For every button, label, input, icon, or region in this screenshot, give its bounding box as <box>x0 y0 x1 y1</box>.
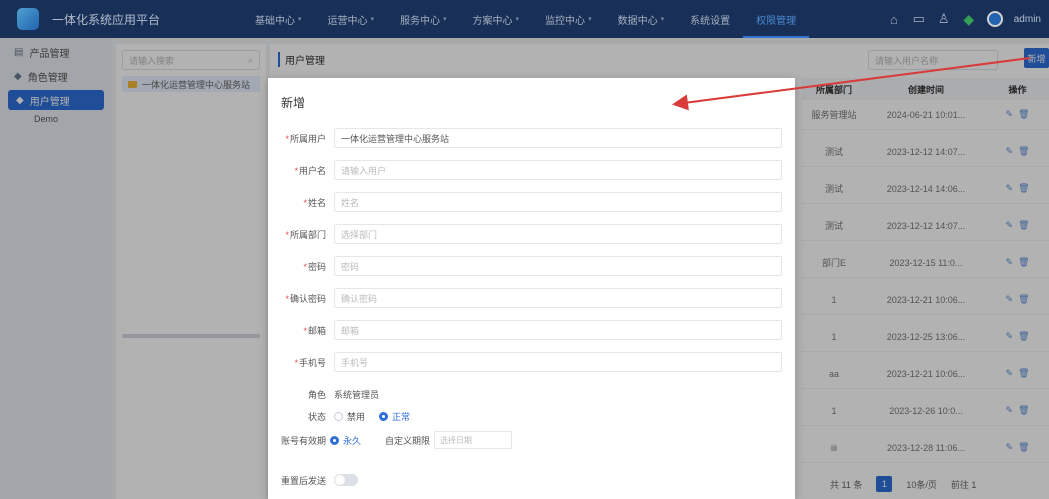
required-mark: * <box>303 325 307 336</box>
form-row: *确认密码 确认密码 <box>268 288 795 308</box>
field-label: *手机号 <box>268 356 330 369</box>
field-label-text: 密码 <box>307 261 326 272</box>
field-label: 状态 <box>307 411 326 422</box>
field-label: *用户名 <box>268 164 330 177</box>
form-input[interactable]: 邮箱 <box>334 320 782 340</box>
radio-label: 禁用 <box>347 411 366 422</box>
custom-expire-label: 自定义期限 <box>385 435 431 446</box>
form-row-notify: 重置后发送 <box>268 470 795 490</box>
field-label: *确认密码 <box>268 292 330 305</box>
form-input[interactable]: 姓名 <box>334 192 782 212</box>
form-row: *所属用户 一体化运营管理中心服务站 <box>268 128 795 148</box>
required-mark: * <box>294 165 298 176</box>
form-row: *用户名 请输入用户 <box>268 160 795 180</box>
field-label: 重置后发送 <box>281 475 327 486</box>
field-label-text: 邮箱 <box>307 325 326 336</box>
status-normal-radio[interactable]: 正常 <box>379 410 410 423</box>
field-label: *密码 <box>268 260 330 273</box>
field-label: 角色 <box>307 389 326 400</box>
field-label-text: 所属用户 <box>289 133 326 144</box>
form-row: *所属部门 选择部门 <box>268 224 795 244</box>
form-input[interactable]: 一体化运营管理中心服务站 <box>334 128 782 148</box>
field-label: *姓名 <box>268 196 330 209</box>
form-input[interactable]: 请输入用户 <box>334 160 782 180</box>
required-mark: * <box>285 293 289 304</box>
required-mark: * <box>285 133 289 144</box>
radio-label: 永久 <box>343 435 362 446</box>
radio-dot <box>330 435 340 445</box>
form-row: *密码 密码 <box>268 256 795 276</box>
form-row-expire: 账号有效期 永久 自定义期限 选择日期 <box>268 430 795 450</box>
field-label: *所属部门 <box>268 228 330 241</box>
field-label-text: 手机号 <box>298 357 326 368</box>
overlay-mask-top <box>0 0 1049 38</box>
field-label-text: 姓名 <box>307 197 326 208</box>
form-input[interactable]: 手机号 <box>334 352 782 372</box>
dialog-title: 新增 <box>281 96 306 110</box>
expire-permanent-radio[interactable]: 永久 <box>330 434 361 447</box>
add-user-dialog: 新增 *所属用户 一体化运营管理中心服务站 *用户名 请输入用户 *姓名 姓名 *所属部门选… <box>268 78 795 499</box>
form-input[interactable]: 确认密码 <box>334 288 782 308</box>
form-input[interactable]: 密码 <box>334 256 782 276</box>
required-mark: * <box>285 229 289 240</box>
field-label: 账号有效期 <box>281 435 327 446</box>
radio-dot <box>334 411 343 421</box>
form-input[interactable]: 选择部门 <box>334 224 782 244</box>
required-mark: * <box>303 261 307 272</box>
radio-label: 正常 <box>392 411 411 422</box>
form-row-role: 角色 系统管理员 <box>268 384 795 404</box>
role-value[interactable]: 系统管理员 <box>334 388 379 401</box>
required-mark: * <box>303 197 307 208</box>
required-mark: * <box>294 357 298 368</box>
field-label-text: 用户名 <box>298 165 326 176</box>
radio-dot <box>379 411 389 421</box>
form-row: *姓名 姓名 <box>268 192 795 212</box>
form-row-status: 状态 禁用 正常 <box>268 406 795 426</box>
form-row: *邮箱 邮箱 <box>268 320 795 340</box>
notify-toggle[interactable] <box>334 474 359 486</box>
expire-date-input[interactable]: 选择日期 <box>434 431 513 449</box>
form-row: *手机号 手机号 <box>268 352 795 372</box>
field-label-text: 确认密码 <box>289 293 326 304</box>
field-label-text: 所属部门 <box>289 229 326 240</box>
field-label: *邮箱 <box>268 324 330 337</box>
status-disabled-radio[interactable]: 禁用 <box>334 410 365 423</box>
field-label: *所属用户 <box>268 132 330 145</box>
